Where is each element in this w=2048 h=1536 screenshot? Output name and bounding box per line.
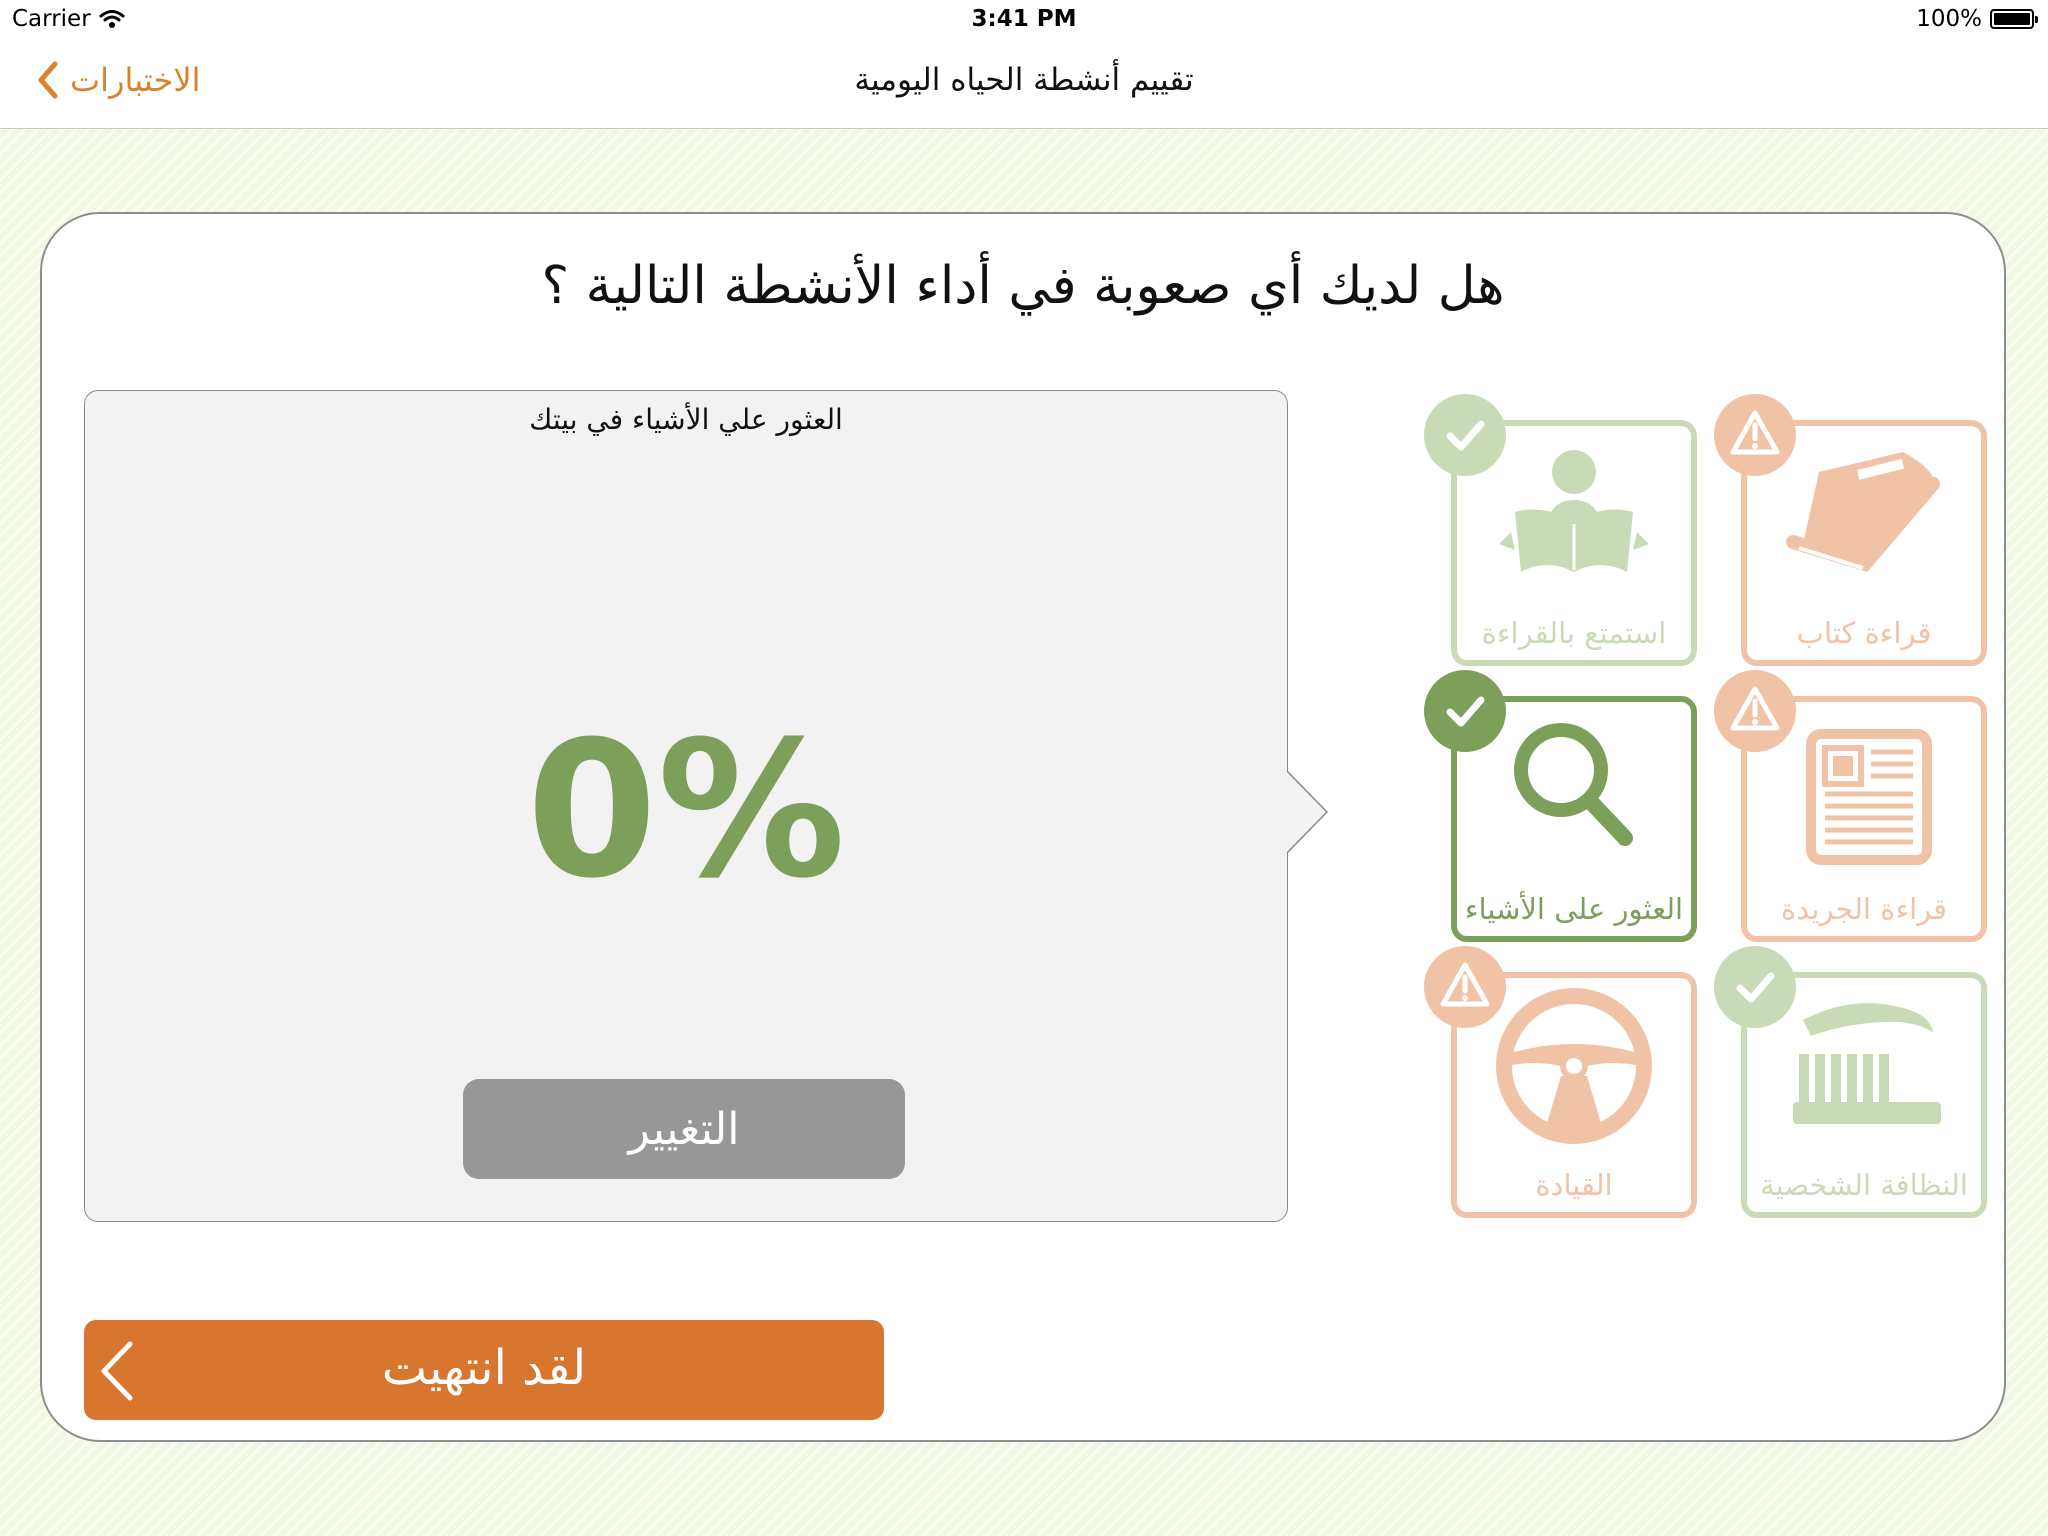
activity-label: العثور على الأشياء [1464, 892, 1684, 926]
done-button[interactable]: لقد انتهيت [84, 1320, 884, 1420]
ok-badge [1424, 394, 1506, 476]
assessment-card: هل لديك أي صعوبة في أداء الأنشطة التالية… [40, 212, 2006, 1442]
checkmark-icon [1424, 394, 1506, 476]
warning-icon [1424, 946, 1506, 1028]
difficulty-percentage: 0% [526, 701, 846, 920]
activity-detail-panel: العثور علي الأشياء في بيتك 0% التغيير [84, 390, 1288, 1222]
warning-badge [1714, 670, 1796, 752]
battery-icon [1990, 9, 2038, 29]
navigation-bar: الاختبارات تقييم أنشطة الحياه اليومية [0, 40, 2048, 129]
battery-status: 100% [1916, 6, 2038, 32]
activity-label: قراءة كتاب [1796, 616, 1932, 650]
question-heading: هل لديك أي صعوبة في أداء الأنشطة التالية… [541, 256, 1505, 316]
warning-badge [1714, 394, 1796, 476]
change-button[interactable]: التغيير [463, 1079, 905, 1179]
detail-title: العثور علي الأشياء في بيتك [529, 403, 843, 436]
battery-percentage: 100% [1916, 6, 1982, 32]
activity-label: قراءة الجريدة [1780, 892, 1948, 926]
ok-badge [1714, 946, 1796, 1028]
warning-icon [1714, 394, 1796, 476]
clock: 3:41 PM [971, 6, 1077, 32]
activity-label: استمتع بالقراءة [1481, 616, 1667, 650]
checkmark-icon [1424, 670, 1506, 752]
done-button-label: لقد انتهيت [381, 1340, 587, 1396]
page-title: تقييم أنشطة الحياه اليومية [854, 62, 1194, 98]
status-bar: Carrier 3:41 PM 100% [0, 0, 2048, 40]
warning-icon [1714, 670, 1796, 752]
activity-label: القيادة [1535, 1168, 1613, 1202]
ok-badge [1424, 670, 1506, 752]
warning-badge [1424, 946, 1506, 1028]
activity-label: النظافة الشخصية [1760, 1168, 1968, 1202]
callout-pointer [1287, 771, 1329, 853]
checkmark-icon [1714, 946, 1796, 1028]
